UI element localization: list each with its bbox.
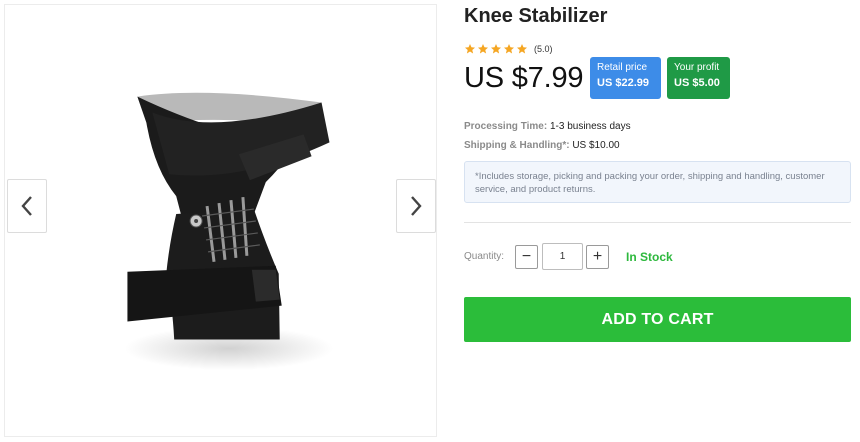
profit-value: US $5.00	[674, 77, 720, 89]
product-price: US $7.99	[464, 62, 584, 94]
gallery-prev-button[interactable]	[7, 179, 47, 233]
rating-score: (5.0)	[534, 44, 553, 54]
star-icon	[504, 44, 514, 54]
quantity-input[interactable]	[542, 243, 583, 270]
retail-price-value: US $22.99	[597, 77, 649, 89]
shipping-handling: Shipping & Handling*: US $10.00	[464, 140, 620, 151]
processing-time: Processing Time: 1-3 business days	[464, 121, 631, 132]
product-gallery	[4, 4, 437, 437]
chevron-left-icon	[21, 196, 32, 216]
star-icon	[478, 44, 488, 54]
stock-status: In Stock	[626, 250, 673, 264]
divider	[464, 222, 851, 223]
gallery-next-button[interactable]	[396, 179, 436, 233]
star-icon	[491, 44, 501, 54]
shipping-value: US $10.00	[572, 140, 620, 151]
star-icon	[517, 44, 527, 54]
shipping-note: *Includes storage, picking and packing y…	[464, 161, 851, 203]
profit-badge: Your profit US $5.00	[667, 57, 730, 99]
quantity-decrease-button[interactable]: −	[515, 245, 538, 269]
star-icon	[465, 44, 475, 54]
retail-price-badge: Retail price US $22.99	[590, 57, 661, 99]
chevron-right-icon	[411, 196, 422, 216]
processing-time-value: 1-3 business days	[549, 121, 631, 132]
product-image	[124, 92, 334, 371]
retail-price-label: Retail price	[597, 62, 648, 73]
product-rating: (5.0)	[464, 43, 553, 55]
quantity-increase-button[interactable]: +	[586, 245, 609, 269]
quantity-label: Quantity:	[464, 251, 505, 262]
add-to-cart-button[interactable]: ADD TO CART	[464, 297, 851, 342]
shipping-label: Shipping & Handling*:	[464, 140, 570, 151]
star-rating	[464, 43, 528, 55]
processing-time-label: Processing Time:	[464, 121, 548, 132]
profit-label: Your profit	[674, 62, 720, 73]
product-title: Knee Stabilizer	[464, 5, 608, 27]
